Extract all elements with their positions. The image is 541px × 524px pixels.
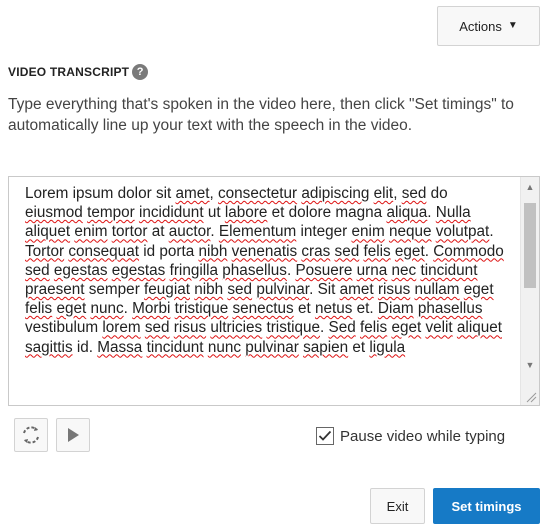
spellcheck-word: sed	[227, 281, 253, 299]
spellcheck-word: tortor	[111, 223, 148, 241]
spellcheck-word: nunc	[90, 300, 124, 318]
spellcheck-word: cras	[301, 242, 331, 260]
spellcheck-word: ultricies	[210, 319, 263, 337]
pause-while-typing-checkbox[interactable]	[316, 427, 334, 445]
spellcheck-word: tempor	[87, 204, 135, 222]
exit-button[interactable]: Exit	[370, 488, 425, 524]
spellcheck-word: fringilla	[169, 261, 219, 279]
spellcheck-word: adipiscing	[301, 185, 370, 202]
spellcheck-word: Massa	[97, 338, 143, 356]
spellcheck-word: tristique	[266, 319, 321, 337]
spellcheck-word: nibh	[198, 242, 228, 260]
spellcheck-word: sed	[401, 185, 427, 202]
spellcheck-word: eget	[394, 242, 425, 260]
spellcheck-word: aliqua	[386, 204, 428, 222]
spellcheck-word: Sed	[328, 319, 356, 337]
transcript-text[interactable]: Lorem ipsum dolor sit amet, consectetur …	[25, 184, 507, 357]
spellcheck-word: eget	[391, 319, 422, 337]
spellcheck-word: velit	[425, 319, 453, 337]
scroll-thumb[interactable]	[524, 203, 536, 288]
spellcheck-word: Tortor	[25, 242, 65, 260]
spellcheck-word: sed	[25, 261, 50, 279]
spellcheck-word: incididunt	[138, 204, 204, 222]
spellcheck-word: senectus	[232, 300, 294, 318]
spellcheck-word: eiusmod	[25, 204, 83, 222]
spellcheck-word: volutpat	[435, 223, 490, 241]
check-icon	[318, 430, 332, 441]
spellcheck-word: phasellus	[222, 261, 287, 279]
spellcheck-word: aliquet	[456, 319, 502, 337]
help-icon[interactable]: ?	[132, 64, 149, 80]
spellcheck-word: Morbi	[132, 300, 171, 318]
spellcheck-word: felis	[359, 319, 388, 337]
spellcheck-word: eget	[56, 300, 87, 318]
spellcheck-word: sed	[334, 242, 360, 260]
spellcheck-word: risus	[173, 319, 207, 337]
spellcheck-word: amet	[339, 281, 374, 299]
spellcheck-word: Commodo	[433, 242, 504, 260]
spellcheck-word: auctor	[168, 223, 211, 241]
scrollbar[interactable]: ▲ ▼	[520, 177, 539, 405]
sync-icon	[23, 426, 39, 444]
transcript-title: VIDEO TRANSCRIPT	[8, 65, 130, 79]
spellcheck-word: Posuere	[295, 261, 353, 279]
spellcheck-word: aliquet	[25, 223, 71, 241]
spellcheck-word: Nulla	[435, 204, 471, 222]
spellcheck-word: egestas	[111, 261, 166, 279]
transcript-instructions: Type everything that's spoken in the vid…	[8, 96, 514, 134]
spellcheck-word: nec	[391, 261, 417, 279]
spellcheck-word: consectetur	[218, 185, 298, 202]
caret-down-icon: ▼	[507, 20, 518, 31]
spellcheck-word: sagittis	[25, 338, 73, 356]
spellcheck-word: felis	[363, 242, 391, 260]
play-icon	[68, 428, 79, 442]
spellcheck-word: enim	[351, 223, 385, 241]
spellcheck-word: Elementum	[218, 223, 297, 241]
spellcheck-word: nullam	[414, 281, 460, 299]
spellcheck-word: lorem	[102, 319, 141, 337]
actions-button[interactable]: Actions ▼	[437, 6, 540, 46]
set-timings-button[interactable]: Set timings	[433, 488, 540, 524]
spellcheck-word: amet	[175, 185, 210, 202]
spellcheck-word: egestas	[53, 261, 108, 279]
spellcheck-word: elit	[373, 185, 394, 202]
scroll-down-arrow-icon[interactable]: ▼	[521, 357, 539, 373]
spellcheck-word: tincidunt	[420, 261, 478, 279]
spellcheck-word: Diam	[377, 300, 414, 318]
spellcheck-word: eget	[463, 281, 494, 299]
spellcheck-word: nibh	[194, 281, 224, 299]
spellcheck-word: praesent	[25, 281, 85, 299]
play-button[interactable]	[56, 418, 90, 452]
transcript-textarea[interactable]: Lorem ipsum dolor sit amet, consectetur …	[8, 176, 540, 406]
spellcheck-word: tincidunt	[146, 338, 204, 356]
spellcheck-word: ligula	[369, 338, 406, 356]
spellcheck-word: venenatis	[231, 242, 298, 260]
spellcheck-word: pulvinar	[245, 338, 299, 356]
spellcheck-word: pulvinar	[256, 281, 310, 299]
scroll-up-arrow-icon[interactable]: ▲	[521, 179, 539, 195]
spellcheck-word: consequat	[68, 242, 139, 260]
spellcheck-word: neque	[388, 223, 432, 241]
spellcheck-word: netus	[314, 300, 353, 318]
spellcheck-word: urna	[356, 261, 388, 279]
resize-grip-icon[interactable]	[525, 391, 537, 403]
spellcheck-word: felis	[25, 300, 53, 318]
actions-label: Actions	[459, 18, 502, 34]
spellcheck-word: sed	[144, 319, 170, 337]
pause-while-typing-option[interactable]: Pause video while typing	[316, 427, 505, 445]
spellcheck-word: enim	[74, 223, 108, 241]
pause-while-typing-label: Pause video while typing	[340, 427, 506, 445]
spellcheck-word: feugiat	[144, 281, 190, 299]
transcript-title-row: VIDEO TRANSCRIPT ?	[8, 64, 149, 80]
spellcheck-word: phasellus	[417, 300, 483, 318]
sync-button[interactable]	[14, 418, 48, 452]
spellcheck-word: nunc	[207, 338, 241, 356]
spellcheck-word: labore	[224, 204, 268, 222]
spellcheck-word: risus	[377, 281, 411, 299]
spellcheck-word: tristique	[174, 300, 229, 318]
spellcheck-word: sapien	[303, 338, 349, 356]
